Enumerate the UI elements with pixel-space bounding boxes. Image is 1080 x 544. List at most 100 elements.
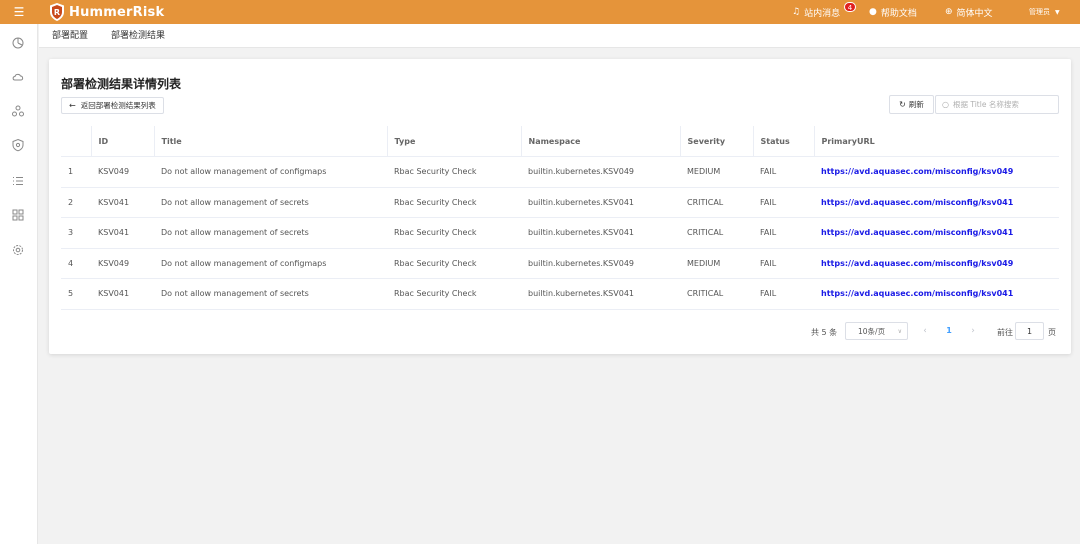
search-icon: ○ <box>942 100 949 109</box>
table-row: 4 KSV049 Do not allow management of conf… <box>61 248 1059 279</box>
back-to-results-button[interactable]: ← 返回部署检测结果列表 <box>61 97 164 114</box>
back-button-label: 返回部署检测结果列表 <box>80 101 156 110</box>
cell-primary-url: https://avd.aquasec.com/misconfig/ksv041 <box>814 217 1059 249</box>
chevron-down-icon: ▼ <box>1055 8 1060 16</box>
cell-severity: CRITICAL <box>680 278 753 310</box>
column-header-id[interactable]: ID <box>90 126 154 157</box>
primary-url-link[interactable]: https://avd.aquasec.com/misconfig/ksv049 <box>821 167 1013 176</box>
cell-index: 2 <box>61 187 91 218</box>
column-header-severity[interactable]: Severity <box>679 126 753 157</box>
cell-primary-url: https://avd.aquasec.com/misconfig/ksv049 <box>814 156 1059 188</box>
prev-page-button[interactable]: ‹ <box>918 322 932 340</box>
user-menu[interactable]: 管理员 ▼ <box>1029 0 1060 24</box>
table-row: 3 KSV041 Do not allow management of secr… <box>61 217 1059 249</box>
cluster-icon[interactable] <box>11 104 25 118</box>
primary-url-link[interactable]: https://avd.aquasec.com/misconfig/ksv041 <box>821 289 1013 298</box>
cloud-icon[interactable] <box>11 70 25 84</box>
column-header-index <box>61 126 91 157</box>
cell-status: FAIL <box>753 248 814 279</box>
messages-label: 站内消息 <box>804 8 841 19</box>
column-header-namespace[interactable]: Namespace <box>520 126 680 157</box>
page-size-select[interactable]: 10条/页 ∨ <box>845 322 908 340</box>
column-header-primary-url[interactable]: PrimaryURL <box>813 126 1059 157</box>
cell-primary-url: https://avd.aquasec.com/misconfig/ksv049 <box>814 248 1059 279</box>
help-label: 帮助文档 <box>880 8 917 19</box>
primary-url-link[interactable]: https://avd.aquasec.com/misconfig/ksv041 <box>821 198 1013 207</box>
top-header: ☰ R HummerRisk ♫ 站内消息 4 ● 帮助文档 ⊕ 简体中文 管理… <box>0 0 1080 24</box>
cell-id: KSV041 <box>91 217 154 249</box>
logo-text: HummerRisk <box>69 4 165 20</box>
cell-namespace: builtin.kubernetes.KSV041 <box>521 217 680 249</box>
column-header-status[interactable]: Status <box>752 126 814 157</box>
goto-label: 前往 <box>997 327 1013 337</box>
messages-badge: 4 <box>844 2 856 12</box>
breadcrumb-deploy-config[interactable]: 部署配置 <box>52 24 88 48</box>
svg-text:R: R <box>54 8 60 17</box>
detail-list-card: 部署检测结果详情列表 ← 返回部署检测结果列表 ↻ 刷新 ○ ID Title … <box>49 59 1071 354</box>
table-row: 2 KSV041 Do not allow management of secr… <box>61 187 1059 218</box>
cell-severity: CRITICAL <box>680 217 753 249</box>
language-switcher[interactable]: ⊕ 简体中文 <box>945 0 993 24</box>
help-icon: ● <box>869 7 877 17</box>
cell-type: Rbac Security Check <box>387 278 521 310</box>
shield-icon[interactable] <box>11 138 25 152</box>
cell-status: FAIL <box>753 217 814 249</box>
next-page-button[interactable]: › <box>966 322 980 340</box>
page-suffix-label: 页 <box>1048 327 1056 337</box>
refresh-button[interactable]: ↻ 刷新 <box>889 95 934 114</box>
cell-primary-url: https://avd.aquasec.com/misconfig/ksv041 <box>814 187 1059 218</box>
primary-url-link[interactable]: https://avd.aquasec.com/misconfig/ksv041 <box>821 228 1013 237</box>
primary-url-link[interactable]: https://avd.aquasec.com/misconfig/ksv049 <box>821 259 1013 268</box>
results-table: ID Title Type Namespace Severity Status … <box>61 126 1059 310</box>
cell-severity: CRITICAL <box>680 187 753 218</box>
list-icon[interactable] <box>11 174 25 188</box>
messages-link[interactable]: ♫ 站内消息 4 <box>792 0 856 24</box>
cell-title: Do not allow management of configmaps <box>154 248 387 279</box>
breadcrumb: 部署配置 部署检测结果 <box>39 24 1080 48</box>
cell-id: KSV041 <box>91 187 154 218</box>
globe-icon: ⊕ <box>945 7 953 17</box>
page-title: 部署检测结果详情列表 <box>61 77 182 91</box>
cell-namespace: builtin.kubernetes.KSV049 <box>521 156 680 188</box>
help-docs-link[interactable]: ● 帮助文档 <box>869 0 917 24</box>
logo-shield-icon: R <box>50 3 64 21</box>
cell-title: Do not allow management of secrets <box>154 278 387 310</box>
dashboard-icon[interactable] <box>11 36 25 50</box>
left-nav-rail <box>0 24 38 544</box>
pagination-total: 共 5 条 <box>811 327 838 337</box>
cell-namespace: builtin.kubernetes.KSV049 <box>521 248 680 279</box>
table-row: 1 KSV049 Do not allow management of conf… <box>61 156 1059 188</box>
refresh-icon: ↻ <box>899 100 906 109</box>
cell-status: FAIL <box>753 187 814 218</box>
goto-page-input[interactable] <box>1015 322 1044 340</box>
column-header-title[interactable]: Title <box>153 126 387 157</box>
cell-severity: MEDIUM <box>680 248 753 279</box>
table-header-row: ID Title Type Namespace Severity Status … <box>61 126 1059 157</box>
search-field[interactable]: ○ <box>935 95 1059 114</box>
breadcrumb-deploy-results[interactable]: 部署检测结果 <box>111 24 165 48</box>
cell-title: Do not allow management of secrets <box>154 217 387 249</box>
cell-index: 4 <box>61 248 91 279</box>
cell-type: Rbac Security Check <box>387 187 521 218</box>
cell-index: 5 <box>61 278 91 310</box>
language-label: 简体中文 <box>956 8 993 19</box>
settings-icon[interactable] <box>11 243 25 257</box>
cell-primary-url: https://avd.aquasec.com/misconfig/ksv041 <box>814 278 1059 310</box>
cell-index: 3 <box>61 217 91 249</box>
logo[interactable]: R HummerRisk <box>48 2 164 22</box>
cell-type: Rbac Security Check <box>387 248 521 279</box>
apps-icon[interactable] <box>11 208 25 222</box>
column-header-type[interactable]: Type <box>386 126 521 157</box>
cell-type: Rbac Security Check <box>387 156 521 188</box>
cell-namespace: builtin.kubernetes.KSV041 <box>521 278 680 310</box>
search-input[interactable] <box>952 100 1053 109</box>
cell-title: Do not allow management of configmaps <box>154 156 387 188</box>
refresh-label: 刷新 <box>908 100 924 109</box>
arrow-left-icon: ← <box>69 101 76 110</box>
cell-id: KSV049 <box>91 156 154 188</box>
user-label: 管理员 <box>1029 8 1050 16</box>
cell-severity: MEDIUM <box>680 156 753 188</box>
menu-toggle-icon[interactable]: ☰ <box>12 5 26 19</box>
cell-id: KSV041 <box>91 278 154 310</box>
page-number-1[interactable]: 1 <box>941 322 957 340</box>
